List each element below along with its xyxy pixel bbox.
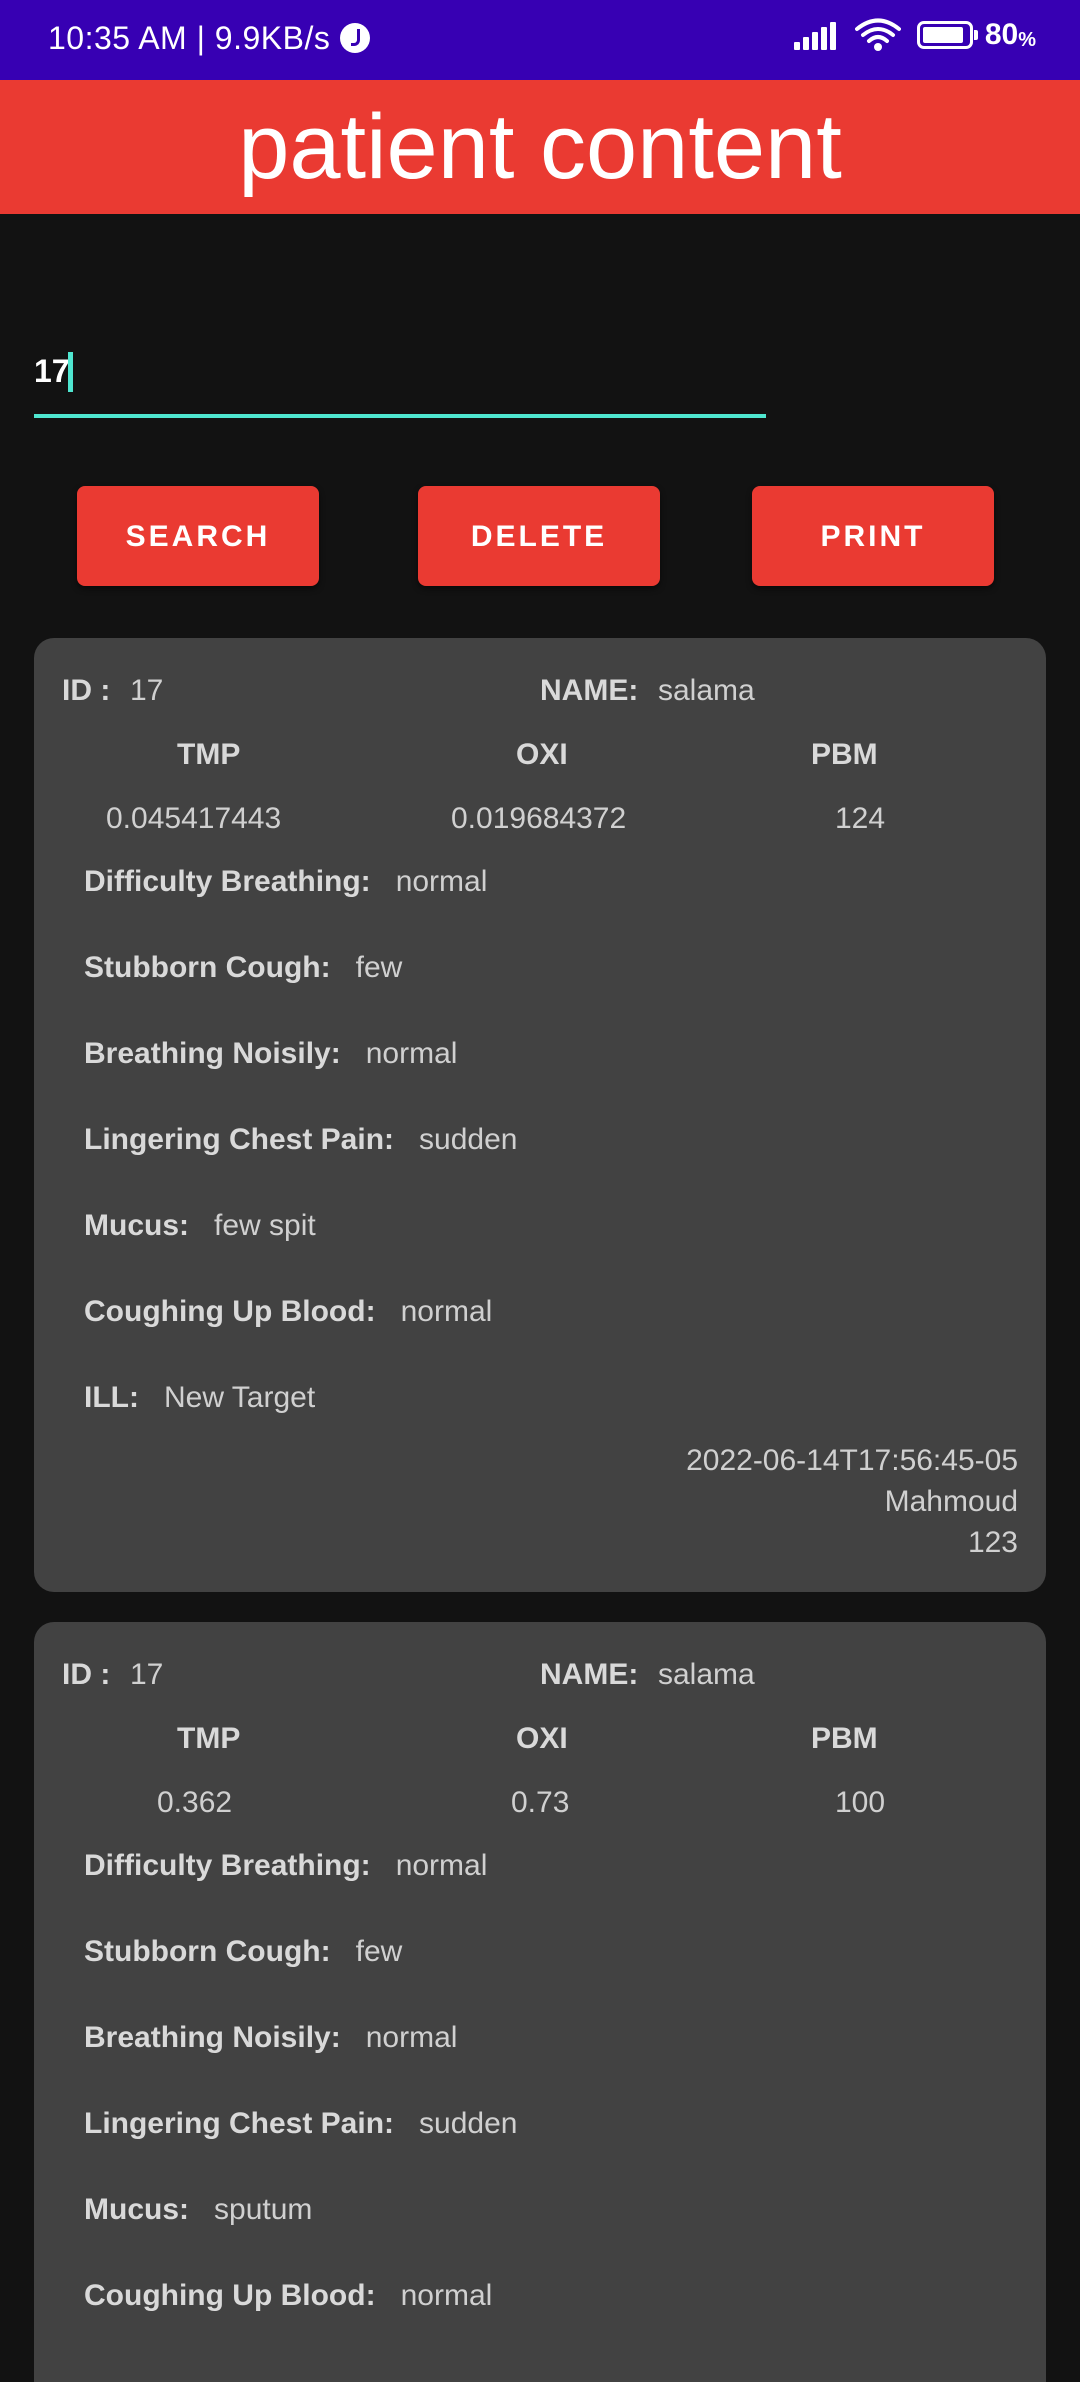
page-title: patient content (238, 96, 842, 198)
battery-level-value: 80 (984, 18, 1019, 51)
difficulty-breathing-label: Difficulty Breathing: (84, 865, 371, 898)
lingering-chest-pain-row: Lingering Chest Pain: sudden (84, 1123, 517, 1157)
breathing-noisily-row: Breathing Noisily: normal (84, 1037, 457, 1071)
status-bar: 10:35 AM | 9.9KB/s 80% (0, 0, 1080, 80)
oxi-value: 0.73 (511, 1786, 570, 1819)
name-value: salama (658, 674, 755, 707)
breathing-noisily-value: normal (365, 1037, 458, 1070)
search-field[interactable] (34, 340, 766, 418)
wifi-icon (854, 18, 901, 51)
tmp-value: 0.362 (157, 1786, 233, 1819)
pbm-label: PBM (811, 738, 878, 771)
tmp-value: 0.045417443 (106, 802, 282, 835)
ill-row: ILL: New Target (84, 1381, 315, 1415)
print-button[interactable]: PRINT (752, 486, 994, 586)
id-label: ID : (62, 1658, 111, 1691)
mucus-label: Mucus: (84, 2193, 189, 2226)
battery-level: 80% (985, 18, 1036, 52)
battery-unit: % (1018, 29, 1036, 51)
mucus-value: sputum (214, 2193, 313, 2226)
record-doctor: Mahmoud (884, 1485, 1018, 1518)
lingering-chest-pain-label: Lingering Chest Pain: (84, 1123, 395, 1156)
name-label: NAME: (540, 1658, 639, 1691)
mucus-label: Mucus: (84, 1209, 189, 1242)
difficulty-breathing-row: Difficulty Breathing: normal (84, 865, 487, 899)
coughing-up-blood-row: Coughing Up Blood: normal (84, 1295, 492, 1329)
stubborn-cough-label: Stubborn Cough: (84, 1935, 331, 1968)
signal-icon (793, 20, 839, 50)
breathing-noisily-label: Breathing Noisily: (84, 2021, 341, 2054)
stubborn-cough-label: Stubborn Cough: (84, 951, 331, 984)
id-label: ID : (62, 674, 111, 707)
difficulty-breathing-row: Difficulty Breathing: normal (84, 1849, 487, 1883)
patient-record-card: ID : 17 NAME: salama TMP OXI PBM 0.362 0… (34, 1622, 1046, 2382)
oxi-value: 0.019684372 (451, 802, 627, 835)
pbm-value: 124 (835, 802, 886, 835)
lingering-chest-pain-value: sudden (419, 2107, 518, 2140)
mucus-value: few spit (214, 1209, 316, 1242)
stubborn-cough-value: few (355, 951, 403, 984)
status-time-text: 10:35 AM | 9.9KB/s (48, 20, 331, 56)
difficulty-breathing-value: normal (395, 1849, 488, 1882)
sync-icon (340, 23, 371, 53)
app-bar: patient content (0, 80, 1080, 214)
id-value: 17 (130, 674, 164, 707)
search-button[interactable]: SEARCH (77, 486, 319, 586)
lingering-chest-pain-row: Lingering Chest Pain: sudden (84, 2107, 517, 2141)
name-label: NAME: (540, 674, 639, 707)
search-input[interactable] (34, 340, 766, 414)
oxi-label: OXI (516, 1722, 568, 1755)
tmp-label: TMP (177, 738, 241, 771)
pbm-value: 100 (835, 1786, 886, 1819)
coughing-up-blood-value: normal (400, 2279, 493, 2312)
stubborn-cough-row: Stubborn Cough: few (84, 951, 402, 985)
record-code: 123 (967, 1526, 1018, 1559)
ill-value: New Target (164, 1381, 316, 1414)
stubborn-cough-row: Stubborn Cough: few (84, 1935, 402, 1969)
coughing-up-blood-label: Coughing Up Blood: (84, 2279, 376, 2312)
coughing-up-blood-label: Coughing Up Blood: (84, 1295, 376, 1328)
stubborn-cough-value: few (355, 1935, 403, 1968)
coughing-up-blood-value: normal (400, 1295, 493, 1328)
lingering-chest-pain-value: sudden (419, 1123, 518, 1156)
patient-record-card: ID : 17 NAME: salama TMP OXI PBM 0.04541… (34, 638, 1046, 1592)
breathing-noisily-row: Breathing Noisily: normal (84, 2021, 457, 2055)
breathing-noisily-label: Breathing Noisily: (84, 1037, 341, 1070)
name-value: salama (658, 1658, 755, 1691)
record-timestamp: 2022-06-14T17:56:45-05 (686, 1444, 1018, 1477)
status-icons: 80% (793, 18, 1036, 52)
tmp-label: TMP (177, 1722, 241, 1755)
lingering-chest-pain-label: Lingering Chest Pain: (84, 2107, 395, 2140)
battery-icon (916, 21, 978, 49)
mucus-row: Mucus: sputum (84, 2193, 312, 2227)
coughing-up-blood-row: Coughing Up Blood: normal (84, 2279, 492, 2313)
status-time: 10:35 AM | 9.9KB/s (48, 20, 371, 57)
ill-label: ILL: (84, 1381, 139, 1414)
difficulty-breathing-label: Difficulty Breathing: (84, 1849, 371, 1882)
oxi-label: OXI (516, 738, 568, 771)
difficulty-breathing-value: normal (395, 865, 488, 898)
breathing-noisily-value: normal (365, 2021, 458, 2054)
mucus-row: Mucus: few spit (84, 1209, 316, 1243)
id-value: 17 (130, 1658, 164, 1691)
pbm-label: PBM (811, 1722, 878, 1755)
delete-button[interactable]: DELETE (418, 486, 660, 586)
text-cursor (68, 352, 73, 392)
